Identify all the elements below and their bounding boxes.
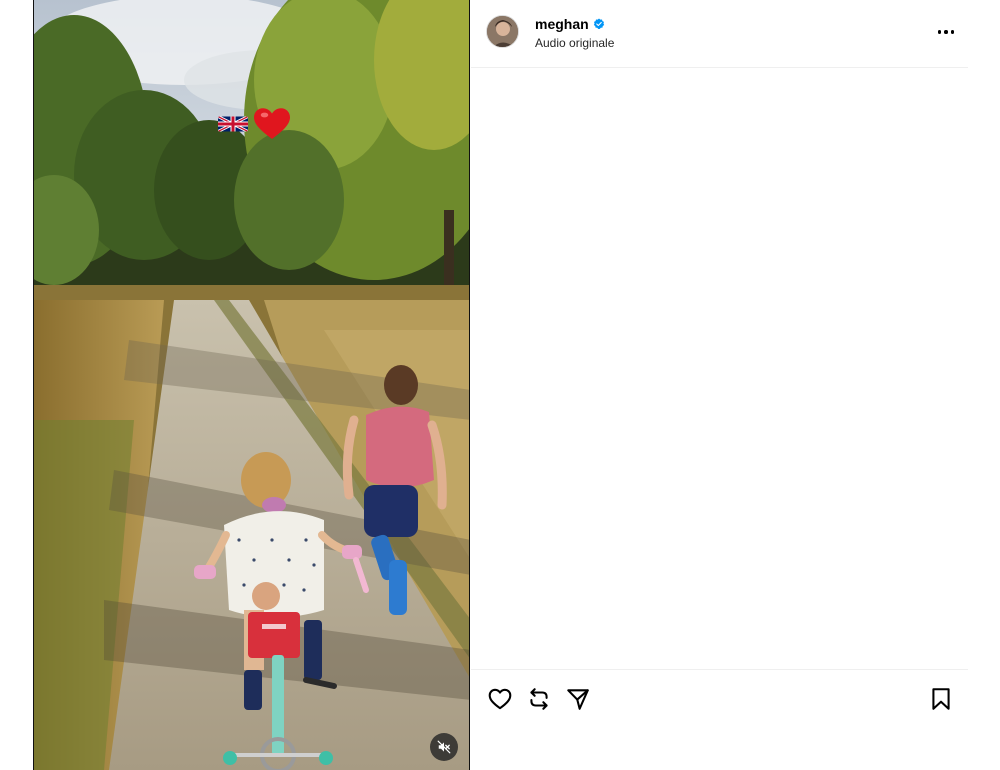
more-options-button[interactable] [935,26,957,38]
username-row: meghan [535,16,605,32]
post-side-panel: meghan Audio originale [471,0,968,770]
heart-outline-icon [488,688,512,710]
like-button[interactable] [487,686,513,712]
emoji-sticker [218,104,290,144]
verified-badge-icon [593,18,604,30]
uk-flag-icon [218,116,248,132]
avatar-image [487,16,518,47]
action-bar [471,669,968,729]
mute-toggle-button[interactable] [430,733,458,761]
username-link[interactable]: meghan [535,16,589,32]
speaker-muted-icon [437,740,451,754]
paper-plane-icon [567,689,589,710]
repost-button[interactable] [526,686,552,712]
more-horizontal-icon [937,30,942,34]
comments-area [471,69,968,669]
audio-link[interactable]: Audio originale [535,36,614,50]
bookmark-icon [932,688,950,710]
avatar[interactable] [486,15,519,48]
save-button[interactable] [928,686,954,712]
share-button[interactable] [565,686,591,712]
post-header: meghan Audio originale [471,0,968,68]
red-heart-icon [254,108,290,139]
repost-icon [530,688,548,710]
post-media[interactable] [33,0,470,770]
